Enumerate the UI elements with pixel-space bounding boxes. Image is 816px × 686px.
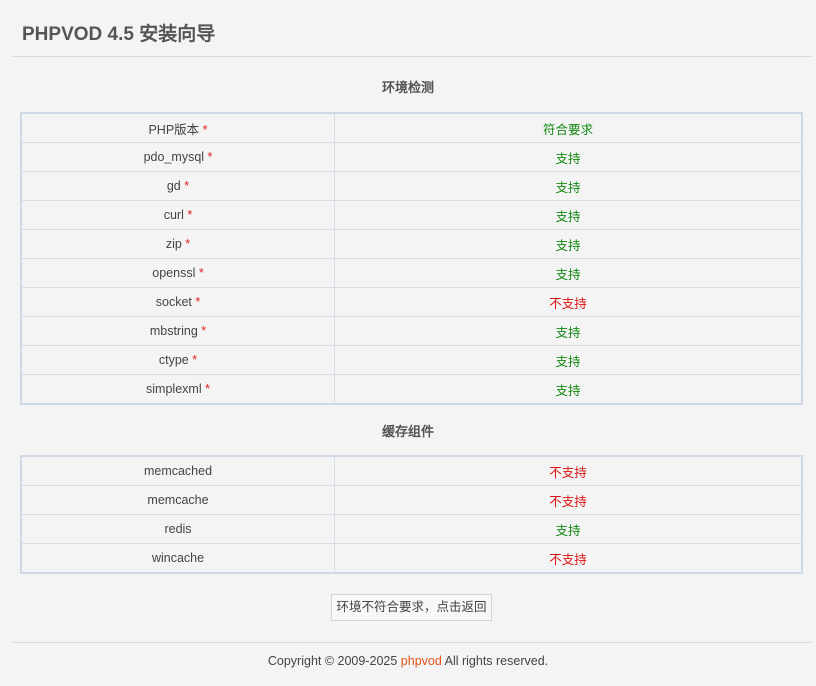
status-cell: 不支持 bbox=[334, 485, 803, 515]
env-check-table: PHP版本 * 符合要求 pdo_mysql * 支持 gd * 支持 curl * 支持 zi… bbox=[20, 112, 803, 405]
required-mark: * bbox=[192, 353, 198, 367]
status-text: 支持 bbox=[555, 267, 581, 282]
required-mark: * bbox=[205, 382, 210, 396]
status-text: 不支持 bbox=[549, 552, 587, 567]
item-name: PHP版本 bbox=[148, 122, 200, 137]
status-text: 支持 bbox=[555, 383, 581, 398]
item-name: socket bbox=[155, 295, 192, 309]
item-name: pdo_mysql bbox=[143, 150, 205, 164]
item-name: memcached bbox=[143, 464, 213, 478]
status-cell: 支持 bbox=[334, 514, 803, 544]
status-cell: 支持 bbox=[334, 142, 803, 172]
required-mark: * bbox=[202, 122, 208, 137]
item-name-cell: wincache bbox=[20, 543, 335, 574]
table-row: gd * 支持 bbox=[20, 171, 803, 201]
table-row: simplexml * 支持 bbox=[20, 374, 803, 405]
required-mark: * bbox=[195, 295, 201, 309]
status-cell: 支持 bbox=[334, 171, 803, 201]
table-row: socket * 不支持 bbox=[20, 287, 803, 317]
item-name-cell: memcached bbox=[20, 455, 335, 486]
table-row: redis 支持 bbox=[20, 514, 803, 544]
env-check-title: 环境检测 bbox=[381, 80, 434, 95]
item-name: simplexml bbox=[146, 382, 202, 396]
back-button[interactable]: 环境不符合要求，点击返回 bbox=[331, 594, 492, 621]
item-name-cell: openssl * bbox=[20, 258, 335, 288]
item-name-cell: redis bbox=[20, 514, 335, 544]
item-name: memcache bbox=[147, 493, 209, 507]
item-name: wincache bbox=[151, 551, 205, 565]
rights-text: All rights reserved. bbox=[444, 654, 549, 668]
required-mark: * bbox=[207, 150, 213, 164]
status-text: 支持 bbox=[555, 354, 581, 369]
item-name-cell: gd * bbox=[20, 171, 335, 201]
status-cell: 支持 bbox=[334, 258, 803, 288]
table-row: pdo_mysql * 支持 bbox=[20, 142, 803, 172]
item-name-cell: PHP版本 * bbox=[20, 112, 335, 143]
status-cell: 支持 bbox=[334, 374, 803, 405]
item-name: zip bbox=[165, 237, 182, 251]
status-cell: 不支持 bbox=[334, 455, 803, 486]
table-row: memcache 不支持 bbox=[20, 485, 803, 515]
required-mark: * bbox=[198, 266, 204, 280]
status-text: 不支持 bbox=[549, 296, 587, 311]
table-row: openssl * 支持 bbox=[20, 258, 803, 288]
item-name-cell: curl * bbox=[20, 200, 335, 230]
table-row: PHP版本 * 符合要求 bbox=[20, 112, 803, 143]
status-text: 支持 bbox=[555, 325, 581, 340]
status-cell: 不支持 bbox=[334, 543, 803, 574]
status-text: 不支持 bbox=[549, 494, 587, 509]
status-text: 不支持 bbox=[549, 465, 587, 480]
header: PHPVOD 4.5 安装向导 bbox=[12, 0, 812, 57]
item-name-cell: zip * bbox=[20, 229, 335, 259]
item-name: ctype bbox=[158, 353, 189, 367]
item-name: openssl bbox=[152, 266, 196, 280]
required-mark: * bbox=[184, 179, 190, 193]
installer-page: PHPVOD 4.5 安装向导 环境检测 PHP版本 * 符合要求 pdo_mysq… bbox=[0, 0, 816, 686]
required-mark: * bbox=[185, 237, 191, 251]
item-name-cell: mbstring * bbox=[20, 316, 335, 346]
table-row: ctype * 支持 bbox=[20, 345, 803, 375]
table-row: zip * 支持 bbox=[20, 229, 803, 259]
item-name: gd bbox=[166, 179, 181, 193]
status-text: 支持 bbox=[555, 180, 581, 195]
status-cell: 支持 bbox=[334, 316, 803, 346]
item-name: curl bbox=[163, 208, 184, 222]
item-name: mbstring bbox=[149, 324, 198, 338]
page-title: PHPVOD 4.5 安装向导 bbox=[22, 24, 216, 45]
status-text: 符合要求 bbox=[542, 122, 593, 137]
item-name-cell: memcache bbox=[20, 485, 335, 515]
table-row: mbstring * 支持 bbox=[20, 316, 803, 346]
cache-table: memcached 不支持 memcache 不支持 redis 支持 wincache 不支… bbox=[20, 455, 803, 574]
footer: Copyright © 2009-2025 phpvod All rights … bbox=[0, 654, 816, 668]
required-mark: * bbox=[201, 324, 207, 338]
status-text: 支持 bbox=[555, 238, 581, 253]
status-cell: 支持 bbox=[334, 345, 803, 375]
brand-link[interactable]: phpvod bbox=[401, 654, 442, 668]
item-name-cell: simplexml * bbox=[20, 374, 335, 405]
item-name-cell: pdo_mysql * bbox=[20, 142, 335, 172]
table-row: curl * 支持 bbox=[20, 200, 803, 230]
item-name-cell: ctype * bbox=[20, 345, 335, 375]
table-row: wincache 不支持 bbox=[20, 543, 803, 574]
cache-title: 缓存组件 bbox=[381, 424, 434, 439]
footer-divider bbox=[12, 642, 812, 643]
table-row: memcached 不支持 bbox=[20, 455, 803, 486]
status-text: 支持 bbox=[555, 151, 581, 166]
status-cell: 不支持 bbox=[334, 287, 803, 317]
status-cell: 支持 bbox=[334, 200, 803, 230]
required-mark: * bbox=[187, 208, 193, 222]
item-name: redis bbox=[164, 522, 192, 536]
status-cell: 支持 bbox=[334, 229, 803, 259]
item-name-cell: socket * bbox=[20, 287, 335, 317]
status-cell: 符合要求 bbox=[334, 112, 803, 143]
status-text: 支持 bbox=[555, 209, 581, 224]
copyright-text: Copyright © 2009-2025 bbox=[267, 654, 398, 668]
status-text: 支持 bbox=[555, 523, 581, 538]
